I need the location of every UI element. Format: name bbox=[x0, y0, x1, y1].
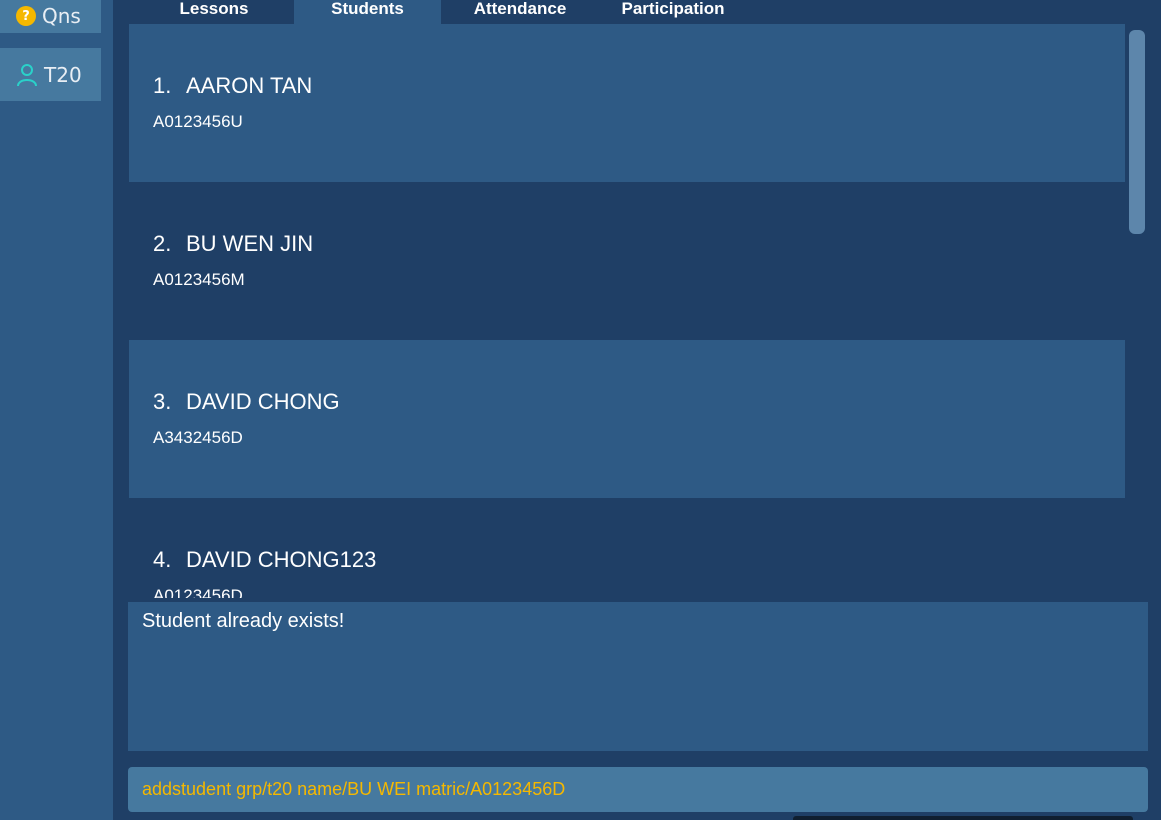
tab-lessons[interactable]: Lessons bbox=[163, 0, 265, 24]
tab-bar: Lessons Students Attendance Participatio… bbox=[113, 0, 1161, 24]
student-name-text: AARON TAN bbox=[186, 73, 313, 98]
student-name: 4. DAVID CHONG123 bbox=[153, 547, 376, 573]
question-icon: ? bbox=[16, 6, 36, 26]
student-name-text: BU WEN JIN bbox=[186, 231, 314, 256]
list-item[interactable]: 3. DAVID CHONG A3432456D bbox=[129, 340, 1125, 498]
sidebar-item-label: Qns bbox=[42, 4, 81, 28]
student-name-text: DAVID CHONG123 bbox=[186, 547, 377, 572]
sidebar-item-t20[interactable]: T20 bbox=[0, 48, 101, 101]
student-matric: A0123456D bbox=[153, 586, 243, 598]
result-display: Student already exists! bbox=[128, 602, 1148, 751]
student-name: 2. BU WEN JIN bbox=[153, 231, 313, 257]
student-list[interactable]: 1. AARON TAN A0123456U 2. BU WEN JIN A0123… bbox=[129, 24, 1125, 598]
list-item[interactable]: 2. BU WEN JIN A0123456M bbox=[129, 182, 1125, 340]
student-name-text: DAVID CHONG bbox=[186, 389, 340, 414]
student-matric: A0123456M bbox=[153, 270, 245, 289]
list-item[interactable]: 1. AARON TAN A0123456U bbox=[129, 24, 1125, 182]
tab-attendance[interactable]: Attendance bbox=[455, 0, 585, 24]
tab-participation[interactable]: Participation bbox=[608, 0, 738, 24]
user-icon bbox=[16, 63, 38, 87]
main-panel: Lessons Students Attendance Participatio… bbox=[113, 0, 1161, 820]
student-index: 3. bbox=[153, 389, 172, 414]
list-scrollbar[interactable] bbox=[1129, 30, 1145, 234]
student-name: 1. AARON TAN bbox=[153, 73, 312, 99]
student-index: 1. bbox=[153, 73, 172, 98]
student-matric: A3432456D bbox=[153, 428, 243, 447]
student-name: 3. DAVID CHONG bbox=[153, 389, 340, 415]
sidebar: ? Qns T20 bbox=[0, 0, 113, 820]
tab-students[interactable]: Students bbox=[294, 0, 441, 24]
status-strip bbox=[793, 816, 1133, 820]
student-index: 4. bbox=[153, 547, 172, 572]
sidebar-item-qns[interactable]: ? Qns bbox=[0, 0, 101, 33]
sidebar-item-label: T20 bbox=[44, 62, 82, 87]
list-item[interactable]: 4. DAVID CHONG123 A0123456D bbox=[129, 498, 1125, 598]
student-index: 2. bbox=[153, 231, 172, 256]
command-input[interactable]: addstudent grp/t20 name/BU WEI matric/A0… bbox=[128, 767, 1148, 812]
student-matric: A0123456U bbox=[153, 112, 243, 131]
